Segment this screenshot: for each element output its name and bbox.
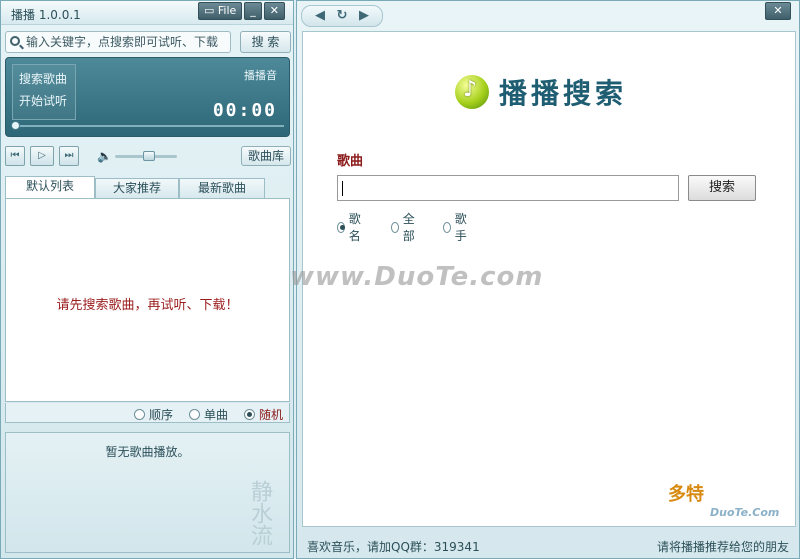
radio-selected-icon bbox=[337, 221, 345, 233]
radio-icon bbox=[189, 409, 200, 420]
back-arrow-icon[interactable]: ◀ bbox=[310, 7, 330, 25]
radio-icon bbox=[134, 409, 145, 420]
corner-watermark: 多特 bbox=[668, 484, 704, 505]
file-button[interactable]: ▭ File bbox=[197, 2, 243, 20]
player-titlebar[interactable]: 播播 1.0.0.1 ▭ File _ ✕ bbox=[1, 1, 293, 25]
radio-icon bbox=[391, 221, 399, 233]
option-singer[interactable]: 歌手 bbox=[443, 210, 470, 244]
search-row: 输入关键字，点搜索即可试听、下载 搜 索 bbox=[5, 31, 291, 53]
search-button[interactable]: 搜 索 bbox=[240, 31, 291, 53]
site-watermark: www.DuoTe.com bbox=[290, 262, 544, 292]
player-display: 搜索歌曲 开始试听 播播音 00:00 bbox=[5, 57, 290, 137]
display-label: 播播音 bbox=[244, 69, 277, 82]
player-window: 播播 1.0.0.1 ▭ File _ ✕ 输入关键字，点搜索即可试听、下载 搜… bbox=[0, 0, 294, 559]
mode-single-label: 单曲 bbox=[204, 408, 229, 422]
display-menu: 搜索歌曲 开始试听 bbox=[12, 64, 76, 120]
next-button[interactable]: ⏭ bbox=[59, 146, 79, 166]
minimize-button[interactable]: _ bbox=[244, 2, 262, 20]
song-search-button[interactable]: 搜索 bbox=[688, 175, 756, 201]
mode-single[interactable]: 单曲 bbox=[189, 406, 228, 423]
tab-default-list[interactable]: 默认列表 bbox=[5, 176, 95, 198]
volume-icon[interactable]: 🔈 bbox=[97, 149, 112, 163]
empty-playlist-message: 请先搜索歌曲，再试听、下载！ bbox=[56, 298, 239, 313]
logo-text: 播播搜索 bbox=[499, 77, 628, 110]
option-all[interactable]: 全部 bbox=[391, 210, 418, 244]
browser-close-button[interactable]: ✕ bbox=[765, 2, 791, 20]
volume-slider[interactable] bbox=[115, 151, 177, 161]
close-button[interactable]: ✕ bbox=[263, 2, 285, 20]
search-icon bbox=[10, 36, 20, 46]
playlist-panel[interactable]: 请先搜索歌曲，再试听、下载！ bbox=[5, 198, 290, 402]
option-song-name[interactable]: 歌名 bbox=[337, 210, 364, 244]
play-button[interactable]: ▷ bbox=[30, 146, 54, 166]
song-search-input[interactable] bbox=[337, 175, 679, 201]
qq-group-status: 喜欢音乐，请加QQ群：319341 bbox=[307, 540, 480, 554]
corner-watermark-sub: DuoTe.Com bbox=[710, 506, 780, 519]
option-all-label: 全部 bbox=[402, 212, 415, 243]
mode-sequential-label: 顺序 bbox=[149, 408, 174, 422]
status-bar: 喜欢音乐，请加QQ群：319341 请将播播推荐给您的朋友 bbox=[297, 531, 799, 559]
search-input[interactable]: 输入关键字，点搜索即可试听、下载 bbox=[5, 31, 231, 53]
radio-icon bbox=[443, 221, 451, 233]
browser-navbar: ◀ ↻ ▶ bbox=[301, 5, 383, 27]
mode-random[interactable]: 随机 bbox=[244, 406, 283, 423]
now-playing-panel: 暂无歌曲播放。 静水流 bbox=[5, 432, 290, 553]
play-mode-bar: 顺序 单曲 随机 bbox=[5, 403, 290, 423]
tab-latest-songs[interactable]: 最新歌曲 bbox=[179, 178, 265, 198]
library-button[interactable]: 歌曲库 bbox=[241, 146, 291, 166]
playlist-tabs: 默认列表 大家推荐 最新歌曲 bbox=[5, 176, 291, 198]
file-label: File bbox=[217, 4, 237, 17]
player-title: 播播 1.0.0.1 bbox=[11, 8, 81, 22]
playback-controls: ⏮ ▷ ⏭ 🔈 歌曲库 bbox=[5, 146, 291, 168]
song-label: 歌曲 bbox=[337, 154, 364, 169]
progress-knob[interactable] bbox=[11, 121, 20, 130]
progress-track[interactable] bbox=[11, 121, 284, 130]
refresh-icon[interactable]: ↻ bbox=[332, 7, 352, 25]
radio-selected-icon bbox=[244, 409, 255, 420]
time-display: 00:00 bbox=[212, 100, 277, 121]
display-menu-start-listening[interactable]: 开始试听 bbox=[13, 87, 75, 109]
tab-recommended[interactable]: 大家推荐 bbox=[95, 178, 179, 198]
bobo-search-logo: 播播搜索 bbox=[455, 72, 627, 112]
option-song-name-label: 歌名 bbox=[348, 212, 361, 243]
mode-sequential[interactable]: 顺序 bbox=[134, 406, 173, 423]
volume-knob[interactable] bbox=[143, 151, 156, 161]
recommend-link[interactable]: 请将播播推荐给您的朋友 bbox=[657, 538, 789, 555]
music-note-logo-icon bbox=[455, 75, 489, 109]
now-playing-message: 暂无歌曲播放。 bbox=[105, 445, 190, 459]
text-caret bbox=[342, 181, 343, 196]
option-singer-label: 歌手 bbox=[454, 212, 467, 243]
previous-button[interactable]: ⏮ bbox=[5, 146, 25, 166]
display-menu-search-songs[interactable]: 搜索歌曲 bbox=[13, 65, 75, 87]
forward-arrow-icon[interactable]: ▶ bbox=[354, 7, 374, 25]
calligraphy-decoration: 静水流 bbox=[247, 480, 272, 546]
mode-random-label: 随机 bbox=[259, 408, 284, 422]
